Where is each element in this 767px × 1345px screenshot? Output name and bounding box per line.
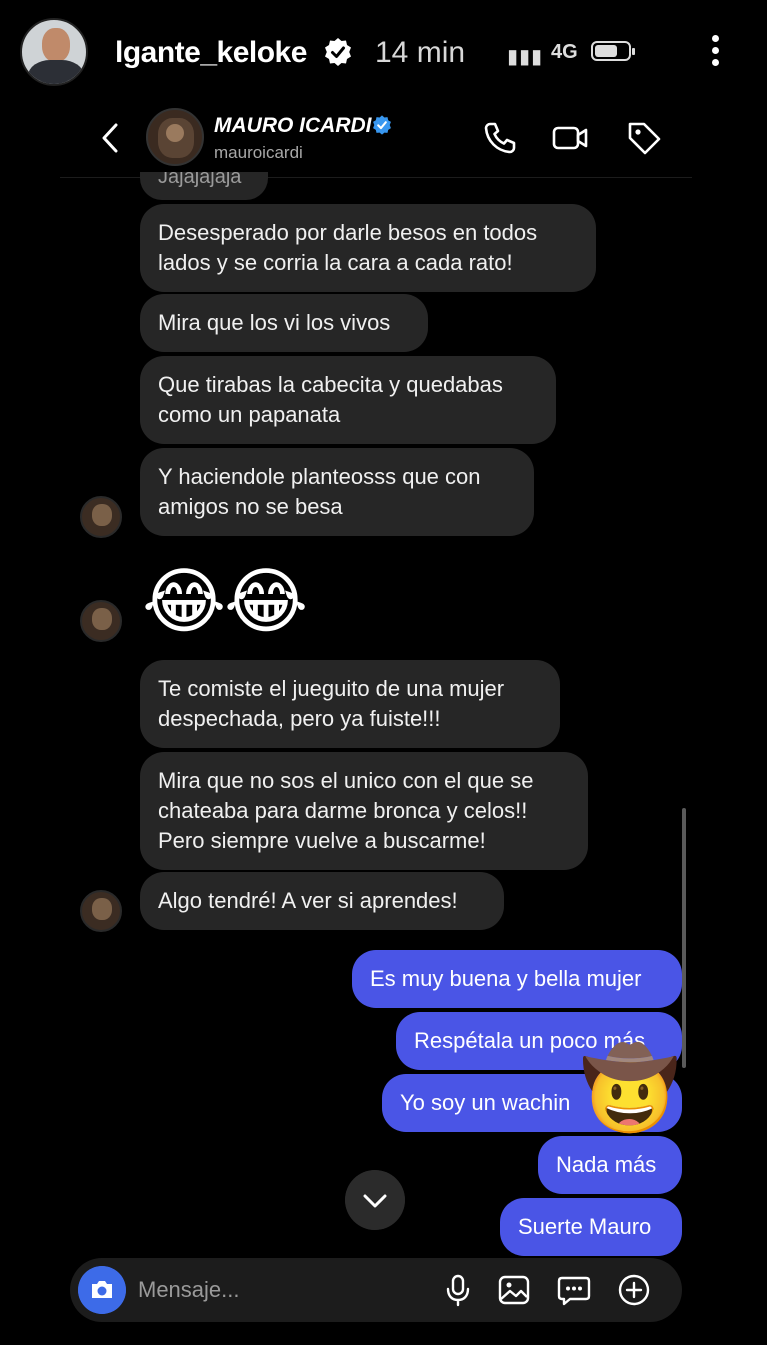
- incoming-message: Desesperado por darle besos en todos lad…: [140, 204, 596, 292]
- verified-badge-icon: [373, 115, 391, 135]
- camera-icon[interactable]: [78, 1266, 126, 1314]
- chevron-down-icon[interactable]: [345, 1170, 405, 1230]
- scrollbar[interactable]: [682, 808, 686, 1068]
- dm-screenshot: MAURO ICARDI mauroicardi Jajajajaja Dese…: [60, 100, 692, 1330]
- incoming-message: Mira que no sos el unico con el que se c…: [140, 752, 588, 870]
- story-time-ago: 14 min: [375, 36, 466, 69]
- message-bubble-partial: Jajajajaja: [140, 172, 268, 200]
- incoming-message: Te comiste el jueguito de una mujer desp…: [140, 660, 560, 748]
- contact-avatar[interactable]: [146, 108, 204, 166]
- video-camera-icon[interactable]: [550, 118, 590, 158]
- message-input[interactable]: [138, 1258, 418, 1322]
- incoming-message: Que tirabas la cabecita y quedabas como …: [140, 356, 556, 444]
- sender-avatar[interactable]: [80, 496, 122, 538]
- story-username[interactable]: lgante_keloke: [115, 36, 307, 70]
- more-vertical-icon[interactable]: [702, 32, 728, 72]
- outgoing-message: Suerte Mauro: [500, 1198, 682, 1256]
- incoming-message: Algo tendré! A ver si aprendes!: [140, 872, 504, 930]
- back-arrow-icon[interactable]: [96, 120, 126, 156]
- gallery-icon[interactable]: [496, 1272, 532, 1308]
- cowboy-sticker: 🤠: [580, 1044, 680, 1133]
- sender-avatar[interactable]: [80, 600, 122, 642]
- chat-header: MAURO ICARDI mauroicardi: [60, 100, 692, 178]
- network-type: 4G: [551, 41, 578, 63]
- sender-avatar[interactable]: [80, 890, 122, 932]
- contact-name[interactable]: MAURO ICARDI: [214, 114, 372, 138]
- signal-strength: ▮▮▮: [507, 46, 544, 68]
- laughing-emoji: 😂: [224, 562, 309, 642]
- tag-icon[interactable]: [624, 118, 664, 158]
- microphone-icon[interactable]: [440, 1272, 476, 1308]
- story-avatar[interactable]: [20, 18, 88, 86]
- outgoing-message: Nada más: [538, 1136, 682, 1194]
- verified-badge-icon: [325, 38, 351, 66]
- phone-icon[interactable]: [480, 118, 520, 158]
- message-composer: [70, 1258, 682, 1322]
- outgoing-message: Es muy buena y bella mujer: [352, 950, 682, 1008]
- plus-icon[interactable]: [616, 1272, 652, 1308]
- sticker-icon[interactable]: [556, 1272, 592, 1308]
- incoming-message: Y haciendole planteosss que con amigos n…: [140, 448, 534, 536]
- battery-icon: [591, 41, 635, 61]
- contact-handle: mauroicardi: [214, 143, 303, 162]
- story-header: lgante_keloke 14 min ▮▮▮ 4G: [0, 0, 767, 100]
- laughing-emoji: 😂: [142, 562, 227, 642]
- incoming-message: Mira que los vi los vivos: [140, 294, 428, 352]
- partial-message-text: Jajajajaja: [158, 172, 242, 188]
